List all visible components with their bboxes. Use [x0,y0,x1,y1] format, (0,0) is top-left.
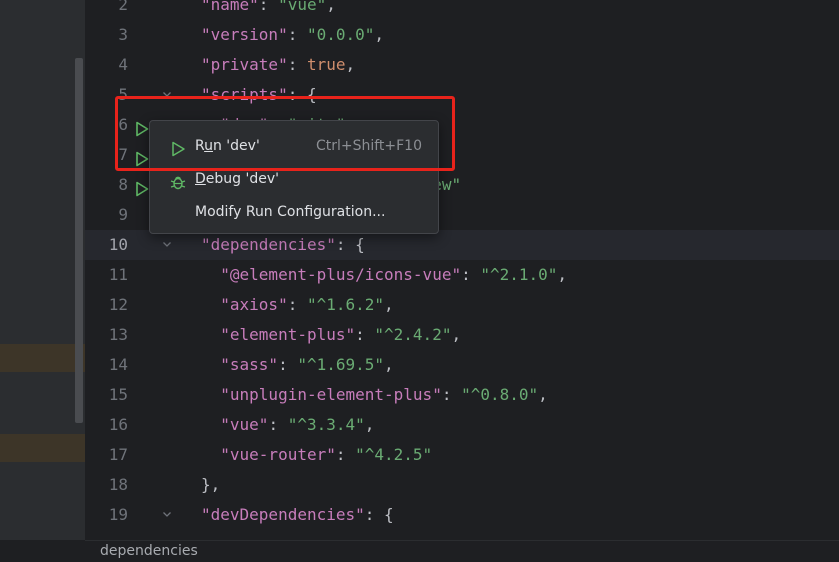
code-line[interactable]: 17 "vue-router": "^4.2.5" [85,440,839,470]
code-line[interactable]: 16 "vue": "^3.3.4", [85,410,839,440]
code-line[interactable]: 18}, [85,470,839,500]
code-line[interactable]: 19 "devDependencies": { [85,500,839,530]
side-panel [0,0,85,540]
line-number[interactable]: 14 [85,350,128,380]
run-gutter-icon[interactable] [135,147,149,167]
code-text: }, [201,475,221,494]
code-text: "scripts": { [201,85,317,104]
fold-end-icon[interactable] [160,470,174,500]
line-number[interactable]: 10 [85,230,128,260]
line-number[interactable]: 16 [85,410,128,440]
code-text: "vue": "^3.3.4", [201,415,375,434]
run-context-menu: Run 'dev' Ctrl+Shift+F10 Debug 'dev' Mod… [149,120,439,234]
breadcrumb-item[interactable]: dependencies [100,543,198,559]
debug-dev-label: Debug 'dev' [195,171,279,187]
line-number[interactable]: 15 [85,380,128,410]
line-number[interactable]: 11 [85,260,128,290]
side-panel-scrollbar[interactable] [75,58,83,423]
run-triangle-icon [170,138,186,157]
line-number[interactable]: 8 [85,170,128,200]
debug-bug-icon [170,171,186,190]
line-number[interactable]: 4 [85,50,128,80]
fold-chevron-icon[interactable] [160,500,174,530]
code-text: "sass": "^1.69.5", [201,355,394,374]
side-panel-highlight [0,434,85,462]
run-dev-menu-item[interactable]: Run 'dev' Ctrl+Shift+F10 [154,131,434,161]
code-text: "axios": "^1.6.2", [201,295,394,314]
line-number[interactable]: 5 [85,80,128,110]
fold-chevron-icon[interactable] [160,230,174,260]
code-editor[interactable]: 2 "name": "vue", 3 "version": "0.0.0", 4 "pri… [85,0,839,540]
run-shortcut: Ctrl+Shift+F10 [315,138,422,154]
code-text: "element-plus": "^2.4.2", [201,325,462,344]
line-number[interactable]: 18 [85,470,128,500]
modify-run-configuration-menu-item[interactable]: Modify Run Configuration... [154,197,434,227]
code-line[interactable]: 2 "name": "vue", [85,0,839,20]
line-number[interactable]: 2 [85,0,128,20]
line-number[interactable]: 17 [85,440,128,470]
side-panel-highlight [0,344,85,372]
fold-chevron-icon[interactable] [160,80,174,110]
line-number[interactable]: 6 [85,110,128,140]
run-gutter-icon[interactable] [135,117,149,137]
code-line[interactable]: 15 "unplugin-element-plus": "^0.8.0", [85,380,839,410]
run-dev-label: Run 'dev' [195,138,260,154]
code-line[interactable]: 13 "element-plus": "^2.4.2", [85,320,839,350]
code-text: "devDependencies": { [201,505,394,524]
line-number[interactable]: 12 [85,290,128,320]
run-gutter-icon[interactable] [135,177,149,197]
breadcrumb[interactable]: dependencies [85,540,839,561]
code-text: "@element-plus/icons-vue": "^2.1.0", [201,265,568,284]
code-text: "name": "vue", [201,0,336,14]
modify-run-configuration-label: Modify Run Configuration... [195,204,386,220]
code-line[interactable]: 12 "axios": "^1.6.2", [85,290,839,320]
code-text: "vue-router": "^4.2.5" [201,445,433,464]
line-number[interactable]: 3 [85,20,128,50]
code-line[interactable]: 11 "@element-plus/icons-vue": "^2.1.0", [85,260,839,290]
line-number[interactable]: 7 [85,140,128,170]
line-number[interactable]: 13 [85,320,128,350]
code-text: "unplugin-element-plus": "^0.8.0", [201,385,548,404]
code-line[interactable]: 10 "dependencies": { [85,230,839,260]
line-number[interactable]: 9 [85,200,128,230]
code-line[interactable]: 4 "private": true, [85,50,839,80]
code-line[interactable]: 14 "sass": "^1.69.5", [85,350,839,380]
code-text: "dependencies": { [201,235,365,254]
debug-dev-menu-item[interactable]: Debug 'dev' [154,164,434,194]
code-line[interactable]: 3 "version": "0.0.0", [85,20,839,50]
code-text: "version": "0.0.0", [201,25,385,44]
code-text: "private": true, [201,55,356,74]
code-line[interactable]: 5 "scripts": { [85,80,839,110]
line-number[interactable]: 19 [85,500,128,530]
